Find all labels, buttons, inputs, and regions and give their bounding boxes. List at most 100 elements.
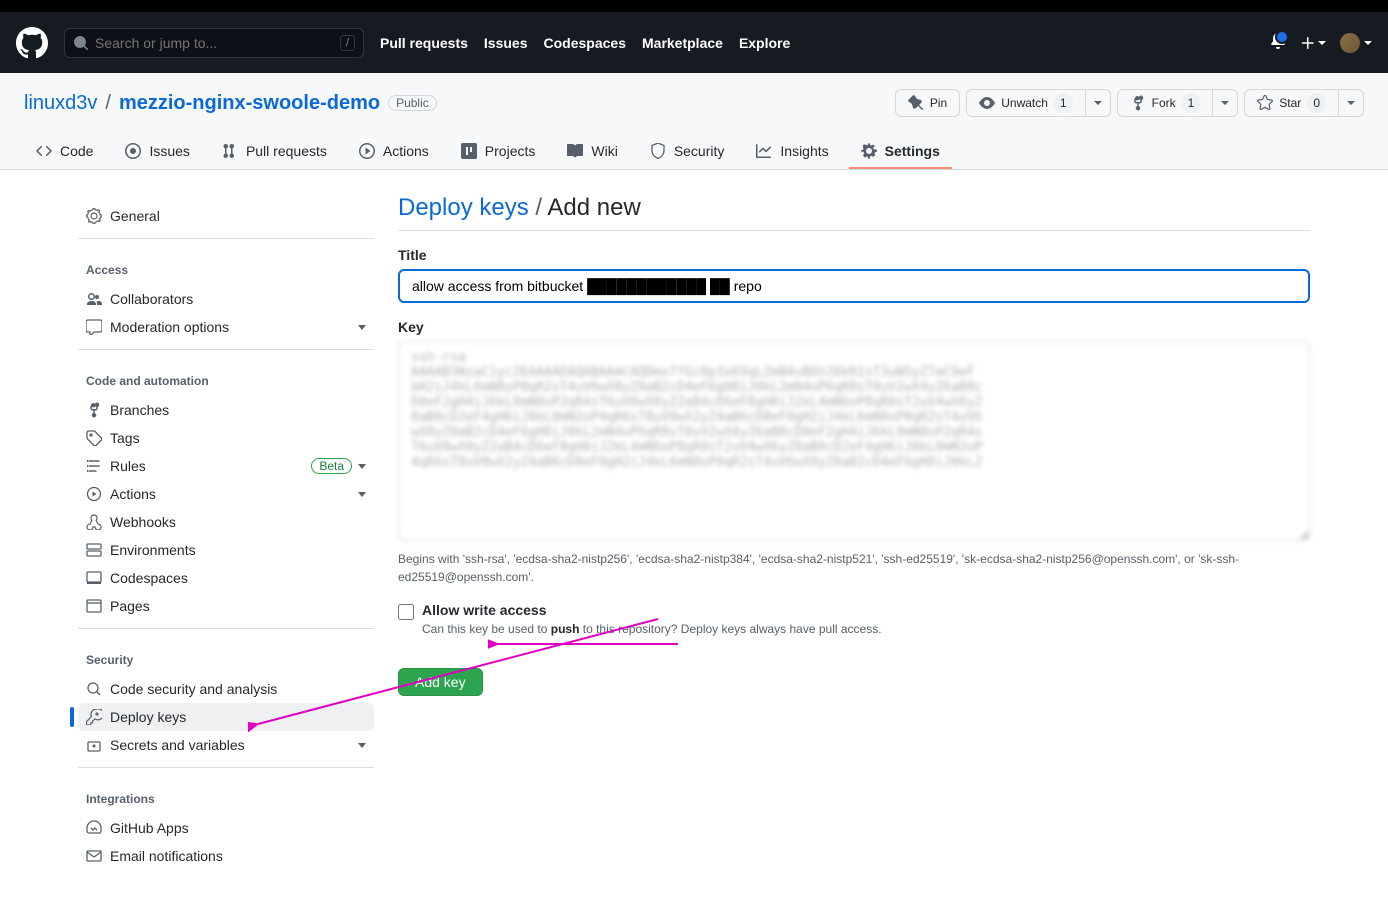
tab-issues[interactable]: Issues: [113, 135, 201, 169]
notifications-button[interactable]: [1270, 33, 1286, 52]
sidebar-item-environments[interactable]: Environments: [78, 536, 374, 564]
star-icon: [1257, 95, 1273, 111]
content-area: Deploy keys / Add new Title Key ssh-rsa …: [398, 194, 1310, 878]
settings-sidebar: General Access Collaborators Moderation …: [78, 194, 374, 878]
sidebar-item-email-notifications[interactable]: Email notifications: [78, 842, 374, 870]
tab-wiki[interactable]: Wiki: [555, 135, 629, 169]
book-icon: [567, 143, 583, 159]
sidebar-item-secrets[interactable]: Secrets and variables: [78, 731, 374, 759]
server-icon: [86, 542, 102, 558]
allow-write-help: Can this key be used to push to this rep…: [422, 622, 882, 636]
user-menu[interactable]: [1340, 33, 1372, 53]
browser-icon: [86, 598, 102, 614]
sidebar-item-rules[interactable]: RulesBeta: [78, 452, 374, 480]
title-label: Title: [398, 247, 1310, 263]
search-input[interactable]: [95, 35, 340, 51]
chevron-down-icon: [358, 743, 366, 748]
shield-search-icon: [86, 681, 102, 697]
play-icon: [359, 143, 375, 159]
unwatch-menu[interactable]: [1086, 89, 1111, 117]
allow-write-checkbox[interactable]: [398, 604, 414, 620]
breadcrumb-current: Add new: [547, 194, 640, 221]
caret-down-icon: [1318, 41, 1326, 45]
key-label: Key: [398, 319, 1310, 335]
beta-badge: Beta: [311, 458, 352, 474]
annotation-arrow: [488, 634, 688, 654]
main-area: General Access Collaborators Moderation …: [54, 170, 1334, 902]
star-menu[interactable]: [1339, 89, 1364, 117]
sidebar-item-general[interactable]: General: [78, 202, 374, 230]
global-header: / Pull requests Issues Codespaces Market…: [0, 12, 1388, 73]
tab-actions[interactable]: Actions: [347, 135, 441, 169]
repo-header: linuxd3v / mezzio-nginx-swoole-demo Publ…: [0, 73, 1388, 170]
github-logo-icon[interactable]: [16, 27, 48, 59]
tab-security[interactable]: Security: [638, 135, 737, 169]
key-textarea[interactable]: ssh-rsa AAAAB3NzaC1yc2EAAAADAQABAAACAQDm…: [398, 341, 1310, 541]
bell-icon: [1270, 33, 1286, 49]
breadcrumb-deploy-keys[interactable]: Deploy keys: [398, 194, 529, 221]
sidebar-item-github-apps[interactable]: GitHub Apps: [78, 814, 374, 842]
sidebar-item-webhooks[interactable]: Webhooks: [78, 508, 374, 536]
nav-issues[interactable]: Issues: [484, 35, 528, 51]
repo-tabs: Code Issues Pull requests Actions Projec…: [24, 135, 1364, 169]
project-icon: [461, 143, 477, 159]
sidebar-item-deploy-keys[interactable]: Deploy keys: [78, 703, 374, 731]
pin-icon: [908, 95, 924, 111]
people-icon: [86, 291, 102, 307]
sidebar-item-codespaces[interactable]: Codespaces: [78, 564, 374, 592]
visibility-badge: Public: [388, 95, 437, 111]
breadcrumb-separator: /: [105, 92, 111, 115]
codespaces-icon: [86, 570, 102, 586]
chevron-down-icon: [358, 464, 366, 469]
nav-explore[interactable]: Explore: [739, 35, 790, 51]
star-button[interactable]: Star 0: [1244, 89, 1339, 117]
issue-icon: [125, 143, 141, 159]
sidebar-heading-security: Security: [78, 637, 374, 675]
key-help-text: Begins with 'ssh-rsa', 'ecdsa-sha2-nistp…: [398, 550, 1310, 586]
pull-request-icon: [222, 143, 238, 159]
allow-write-label: Allow write access: [422, 602, 882, 618]
tab-insights[interactable]: Insights: [744, 135, 840, 169]
search-box[interactable]: /: [64, 28, 364, 58]
sidebar-item-branches[interactable]: Branches: [78, 396, 374, 424]
chevron-down-icon: [358, 325, 366, 330]
tab-settings[interactable]: Settings: [849, 135, 952, 169]
play-icon: [86, 486, 102, 502]
sidebar-heading-code: Code and automation: [78, 358, 374, 396]
nav-marketplace[interactable]: Marketplace: [642, 35, 723, 51]
tab-projects[interactable]: Projects: [449, 135, 548, 169]
nav-pull-requests[interactable]: Pull requests: [380, 35, 468, 51]
repo-title: linuxd3v / mezzio-nginx-swoole-demo Publ…: [24, 92, 437, 115]
nav-codespaces[interactable]: Codespaces: [544, 35, 626, 51]
sidebar-item-moderation[interactable]: Moderation options: [78, 313, 374, 341]
fork-menu[interactable]: [1213, 89, 1238, 117]
eye-icon: [979, 95, 995, 111]
pin-button[interactable]: Pin: [895, 89, 960, 117]
sidebar-item-collaborators[interactable]: Collaborators: [78, 285, 374, 313]
rules-icon: [86, 458, 102, 474]
branch-icon: [86, 402, 102, 418]
repo-owner-link[interactable]: linuxd3v: [24, 92, 97, 115]
tab-pulls[interactable]: Pull requests: [210, 135, 339, 169]
repo-name-link[interactable]: mezzio-nginx-swoole-demo: [119, 92, 380, 115]
plus-icon: [1300, 35, 1316, 51]
sidebar-item-actions[interactable]: Actions: [78, 480, 374, 508]
caret-down-icon: [1094, 101, 1102, 105]
fork-button[interactable]: Fork 1: [1117, 89, 1214, 117]
avatar: [1340, 33, 1360, 53]
hubot-icon: [86, 820, 102, 836]
tab-code[interactable]: Code: [24, 135, 105, 169]
unwatch-button[interactable]: Unwatch 1: [966, 89, 1085, 117]
add-key-button[interactable]: Add key: [398, 668, 483, 696]
browser-tabstrip-area: [0, 0, 1388, 12]
sidebar-item-tags[interactable]: Tags: [78, 424, 374, 452]
sidebar-item-pages[interactable]: Pages: [78, 592, 374, 620]
caret-down-icon: [1364, 41, 1372, 45]
search-icon: [73, 35, 89, 51]
create-new-menu[interactable]: [1300, 35, 1326, 51]
header-nav: Pull requests Issues Codespaces Marketpl…: [380, 35, 790, 51]
sidebar-heading-integrations: Integrations: [78, 776, 374, 814]
code-icon: [36, 143, 52, 159]
title-input[interactable]: [398, 269, 1310, 303]
sidebar-item-code-security[interactable]: Code security and analysis: [78, 675, 374, 703]
